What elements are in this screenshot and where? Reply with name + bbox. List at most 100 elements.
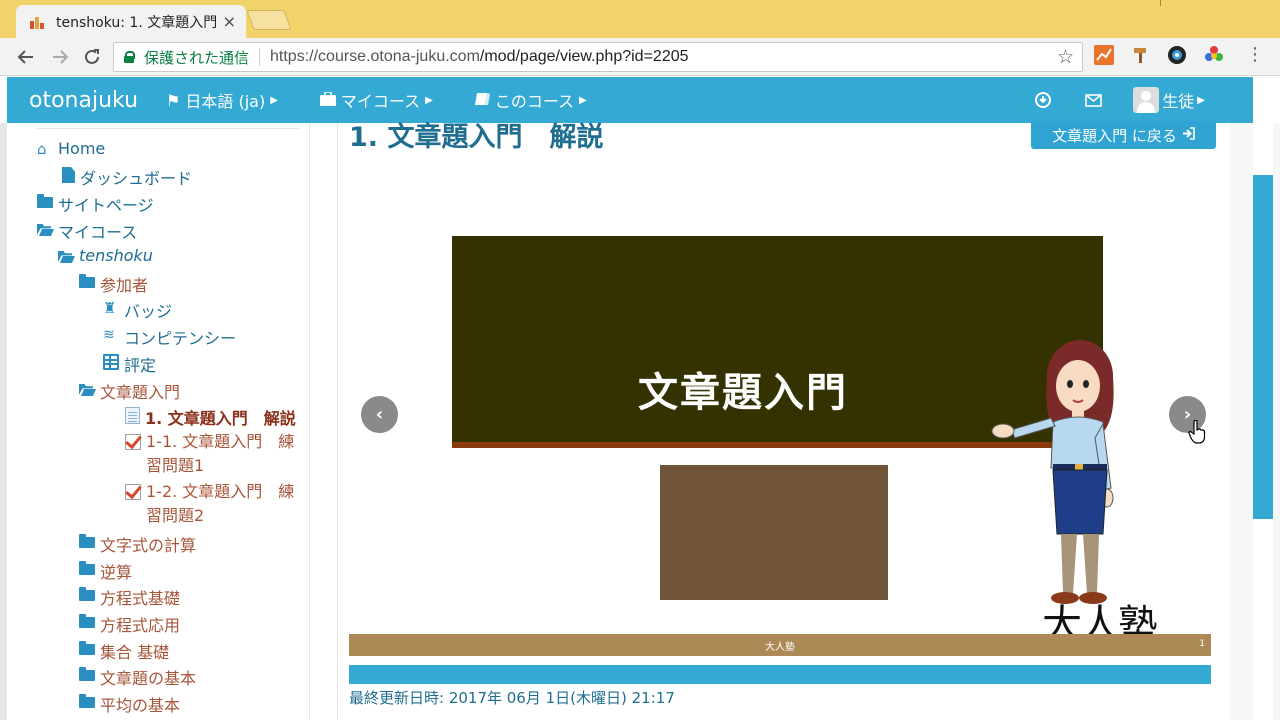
folder-icon [79, 587, 95, 601]
nav-dashboard[interactable]: ダッシュボード [62, 165, 192, 189]
nav-section[interactable]: 平均の基本 [79, 692, 180, 716]
folder-icon [79, 694, 95, 708]
nav-grades-label: 評定 [124, 356, 157, 375]
sign-in-arrow-icon [1182, 126, 1195, 144]
tab-close-icon[interactable]: × [223, 12, 236, 31]
nav-section-label: 逆算 [100, 563, 133, 582]
avatar [1133, 87, 1160, 113]
reload-icon [85, 49, 99, 64]
nav-section-label: 方程式応用 [100, 616, 181, 635]
tab-title: tenshoku: 1. 文章題入門 [56, 14, 216, 31]
browser-menu-icon[interactable]: ⋮ [1246, 44, 1264, 65]
omnibox-separator [259, 48, 261, 66]
slide-title: 文章題入門 [638, 370, 848, 416]
nav-section-bunshodai[interactable]: 文章題入門 [79, 379, 180, 403]
nav-section[interactable]: 文章題の基本 [79, 665, 196, 689]
nav-section[interactable]: 文字式の計算 [79, 532, 196, 556]
star-icon[interactable]: ☆ [1057, 46, 1074, 68]
back-to-section-button[interactable]: 文章題入門 に戻る [1031, 121, 1216, 149]
browser-tab[interactable]: tenshoku: 1. 文章題入門 × [16, 5, 246, 38]
quiz-checkbox-icon [125, 434, 141, 450]
slide-number: 1 [1199, 639, 1205, 649]
nav-participants-label: 参加者 [100, 276, 149, 295]
notification-icon[interactable] [1033, 90, 1053, 110]
nav-section[interactable]: 逆算 [79, 559, 132, 583]
caret-right-icon: ▶ [1197, 94, 1205, 106]
nav-home-label: Home [58, 139, 106, 158]
nav-dashboard-label: ダッシュボード [80, 169, 193, 188]
message-envelope-icon[interactable] [1083, 90, 1103, 110]
url-text: https://course.otona-juku.com/mod/page/v… [270, 48, 689, 66]
extension-color-wheel-icon[interactable] [1167, 45, 1187, 65]
my-courses-menu[interactable]: マイコース ▶ [319, 88, 433, 112]
this-course-menu[interactable]: このコース ▶ [474, 88, 587, 112]
folder-icon [79, 534, 95, 548]
forward-button[interactable] [47, 44, 73, 70]
folder-icon [79, 274, 95, 288]
home-icon: ⌂ [37, 140, 47, 158]
slide-prev-button[interactable]: ‹ [361, 396, 398, 433]
nav-page-active-label: 1. 文章題入門 解説 [145, 409, 296, 428]
podium [660, 465, 888, 600]
nav-quiz-1-label: 1-1. 文章題入門 練習問題1 [146, 432, 295, 475]
address-bar[interactable]: 保護された通信 https://course.otona-juku.com/mo… [113, 42, 1083, 72]
quiz-checkbox-icon [125, 484, 141, 500]
nav-grades[interactable]: 評定 [103, 352, 156, 376]
slide-footer: 大人塾 1 [349, 634, 1211, 656]
extension-hammer-icon[interactable] [1131, 45, 1151, 65]
nav-quiz-2[interactable]: 1-2. 文章題入門 練習問題2 [125, 480, 305, 528]
nav-competencies[interactable]: ≋ コンピテンシー [103, 325, 236, 349]
nav-home[interactable]: ⌂ Home [37, 139, 105, 158]
scrollbar-thumb[interactable] [1253, 175, 1273, 519]
language-label: 日本語 (ja) [185, 92, 266, 111]
last-modified: 最終更新日時: 2017年 06月 1日(木曜日) 21:17 [349, 689, 675, 707]
nav-course-tenshoku[interactable]: tenshoku [58, 246, 153, 265]
nav-section[interactable]: 方程式基礎 [79, 585, 180, 609]
extension-chart-icon[interactable] [1094, 45, 1114, 65]
navbar-right: 生徒 ▶ [1033, 77, 1253, 123]
url-host: https://course.otona-juku.com [270, 48, 480, 65]
language-menu[interactable]: ⚑ 日本語 (ja) ▶ [166, 88, 278, 112]
trophy-icon: ♜ [103, 299, 117, 317]
left-gutter [0, 123, 7, 720]
lock-icon [124, 51, 135, 63]
nav-section-label: 文章題の基本 [100, 669, 197, 688]
nav-badges[interactable]: ♜ バッジ [103, 298, 172, 322]
nav-section-label: 方程式基礎 [100, 589, 181, 608]
folder-open-icon [58, 248, 74, 264]
teacher-illustration [991, 340, 1114, 604]
nav-competencies-label: コンピテンシー [124, 329, 237, 348]
caret-right-icon: ▶ [425, 94, 433, 106]
secure-label: 保護された通信 [144, 48, 250, 67]
slide-footer-text: 大人塾 [765, 641, 795, 653]
folder-icon [79, 667, 95, 681]
nav-section[interactable]: 集合 基礎 [79, 639, 169, 663]
nav-site-pages[interactable]: サイトページ [37, 192, 154, 216]
document-icon [62, 167, 75, 183]
nav-participants[interactable]: 参加者 [79, 272, 148, 296]
navigation-block-border [36, 128, 300, 129]
window-divider [1160, 0, 1161, 6]
nav-section-label: 文章題入門 [100, 383, 181, 402]
browser-toolbar: 保護された通信 https://course.otona-juku.com/mo… [0, 38, 1280, 76]
new-tab-button[interactable] [246, 10, 292, 30]
nav-section[interactable]: 方程式応用 [79, 612, 180, 636]
folder-open-icon [79, 381, 95, 397]
url-path: /mod/page/view.php?id=2205 [479, 48, 689, 65]
folder-open-icon [37, 221, 53, 237]
extension-palette-icon[interactable] [1204, 45, 1224, 65]
nav-site-pages-label: サイトページ [58, 196, 154, 215]
flag-icon: ⚑ [166, 90, 181, 110]
reload-button[interactable] [79, 44, 105, 70]
this-course-label: このコース [494, 92, 575, 111]
nav-my-courses[interactable]: マイコース [37, 219, 137, 243]
nav-my-courses-label: マイコース [58, 223, 138, 242]
nav-page-active[interactable]: 1. 文章題入門 解説 [125, 405, 296, 429]
book-icon [474, 91, 490, 110]
nav-section-label: 集合 基礎 [100, 643, 170, 662]
site-brand[interactable]: otonajuku [29, 88, 138, 113]
nav-course-label: tenshoku [79, 246, 153, 265]
user-menu[interactable]: 生徒 ▶ [1133, 87, 1205, 113]
back-button[interactable] [13, 44, 39, 70]
nav-quiz-1[interactable]: 1-1. 文章題入門 練習問題1 [125, 430, 305, 478]
